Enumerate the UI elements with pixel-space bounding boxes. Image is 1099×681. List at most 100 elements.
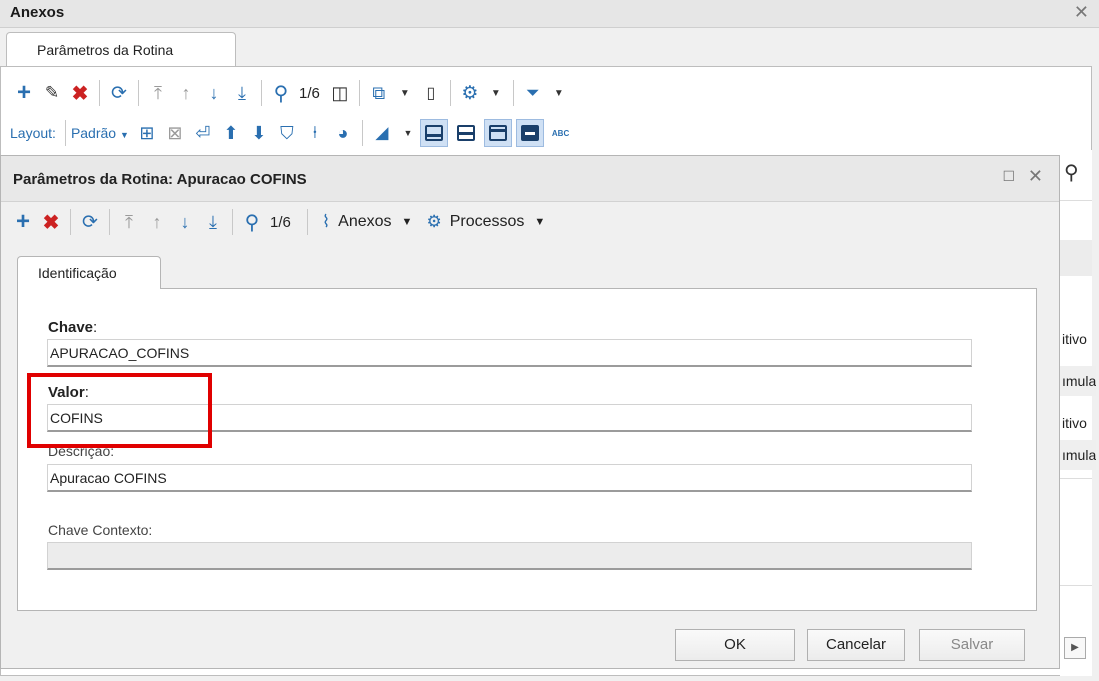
fill-toggle[interactable]	[515, 119, 544, 147]
divider	[232, 209, 233, 235]
divider	[109, 209, 110, 235]
dock-top-icon	[488, 125, 507, 141]
outer-toolbar-layout: Layout: Padrão ▼ ⊞ ⊠ ⏎ ⬆ ⬇ ⛉ ⍿ ◕ ◢ ▼ ABC	[10, 116, 569, 150]
ok-button[interactable]: OK	[675, 629, 795, 661]
first-record-icon[interactable]: ⤒	[115, 208, 143, 236]
tab-identificacao[interactable]: Identificação	[17, 256, 161, 289]
add-layout-icon[interactable]: ⊞	[133, 119, 161, 147]
chevron-down-icon: ▼	[534, 216, 546, 228]
search-icon[interactable]: ⚲	[1064, 160, 1079, 185]
refresh-icon[interactable]: ⟳	[105, 79, 133, 107]
dialog-title-bar: Parâmetros da Rotina: Apuracao COFINS ☐ …	[1, 156, 1059, 202]
valor-label: Valor:	[48, 384, 89, 401]
search-icon[interactable]: ⚲	[267, 79, 295, 107]
move-down-layout-icon[interactable]: ⬇	[245, 119, 273, 147]
tab-label: Identificação	[38, 265, 117, 281]
divider	[64, 120, 66, 146]
filter-icon[interactable]: ⏷	[519, 79, 547, 107]
list-item[interactable]: itivo	[1060, 324, 1096, 354]
save-button[interactable]: Salvar	[919, 629, 1025, 661]
chave-field[interactable]: APURACAO_COFINS	[47, 339, 972, 367]
export-icon[interactable]: ⧉	[365, 79, 393, 107]
remove-layout-icon[interactable]: ⊠	[161, 119, 189, 147]
processos-label: Processos	[449, 213, 525, 230]
move-up-layout-icon[interactable]: ⬆	[217, 119, 245, 147]
delete-icon[interactable]: ✖	[37, 208, 65, 236]
refresh-icon[interactable]: ⟳	[76, 208, 104, 236]
valor-field[interactable]: COFINS	[47, 404, 972, 432]
area-chart-icon[interactable]: ◢	[368, 119, 396, 147]
divider	[449, 80, 451, 106]
close-icon[interactable]: ✕	[1028, 166, 1043, 187]
tab-label: Parâmetros da Rotina	[37, 42, 174, 58]
dock-bottom-toggle[interactable]	[419, 119, 448, 147]
pin-icon[interactable]: ⍿	[301, 119, 329, 147]
anexos-label: Anexos	[338, 213, 392, 230]
previous-record-icon[interactable]: ↑	[172, 79, 200, 107]
layout-value: Padrão	[70, 125, 117, 141]
outer-title-bar: Anexos ✕	[0, 0, 1099, 28]
list-item[interactable]: itivo	[1060, 408, 1096, 438]
divider	[512, 80, 514, 106]
add-icon[interactable]: +	[9, 208, 37, 236]
outer-close-icon[interactable]: ✕	[1074, 2, 1089, 23]
edit-icon[interactable]: ✎	[38, 79, 66, 107]
record-counter: 1/6	[299, 84, 320, 102]
document-icon[interactable]: ▯	[417, 79, 445, 107]
chevron-down-icon: ▼	[401, 216, 413, 228]
descricao-label: Descrição:	[48, 443, 115, 459]
previous-record-icon[interactable]: ↑	[143, 208, 171, 236]
tab-parametros-rotina[interactable]: Parâmetros da Rotina	[6, 32, 236, 66]
dialog-toolbar: + ✖ ⟳ ⤒ ↑ ↓ ⤓ ⚲ 1/6 ⌇ Anexos ▼ ⚙ Process…	[9, 205, 559, 239]
next-record-icon[interactable]: ↓	[171, 208, 199, 236]
shapes-icon[interactable]: ◕	[329, 119, 357, 147]
abc-icon[interactable]: ABC	[552, 129, 569, 138]
split-horizontal-icon	[456, 125, 475, 141]
outer-window-title: Anexos	[10, 4, 65, 21]
paint-roller-icon[interactable]: ⛉	[273, 119, 301, 147]
chevron-down-icon[interactable]: ▼	[484, 79, 508, 107]
maximize-icon[interactable]: ☐	[1002, 168, 1015, 185]
outer-toolbar-primary: + ✎ ✖ ⟳ ⤒ ↑ ↓ ⤓ ⚲ 1/6 ◫ ⧉ ▼ ▯ ⚙ ▼ ⏷ ▼	[10, 77, 571, 109]
enter-layout-icon[interactable]: ⏎	[189, 119, 217, 147]
divider	[261, 80, 262, 106]
chave-label: Chave:	[48, 319, 98, 336]
chevron-down-icon[interactable]: ▼	[547, 79, 571, 107]
divider	[99, 80, 100, 106]
processos-menu-button[interactable]: ⚙ Processos ▼	[426, 212, 545, 232]
chevron-down-icon[interactable]: ▼	[396, 119, 420, 147]
divider	[361, 120, 363, 146]
gear-icon: ⚙	[426, 212, 442, 231]
first-record-icon[interactable]: ⤒	[144, 79, 172, 107]
anexos-menu-button[interactable]: ⌇ Anexos ▼	[322, 212, 413, 232]
fill-icon	[520, 125, 539, 141]
divider	[358, 80, 360, 106]
scroll-right-icon[interactable]: ▶	[1064, 637, 1086, 659]
delete-icon[interactable]: ✖	[66, 79, 94, 107]
add-icon[interactable]: +	[10, 79, 38, 107]
layout-label: Layout:	[10, 125, 56, 141]
split-horizontal-toggle[interactable]	[452, 119, 480, 147]
last-record-icon[interactable]: ⤓	[228, 79, 256, 107]
divider	[138, 80, 139, 106]
dock-top-toggle[interactable]	[483, 119, 512, 147]
descricao-field[interactable]: Apuracao COFINS	[47, 464, 972, 492]
list-header	[1060, 240, 1092, 276]
next-record-icon[interactable]: ↓	[200, 79, 228, 107]
divider	[70, 209, 71, 235]
list-item[interactable]: ımula	[1060, 440, 1096, 470]
dock-bottom-icon	[424, 125, 443, 141]
cancel-button[interactable]: Cancelar	[807, 629, 905, 661]
gear-icon[interactable]: ⚙	[456, 79, 484, 107]
list-item[interactable]: ımula	[1060, 366, 1096, 396]
last-record-icon[interactable]: ⤓	[199, 208, 227, 236]
dialog-title: Parâmetros da Rotina: Apuracao COFINS	[13, 171, 307, 188]
chevron-down-icon[interactable]: ▼	[393, 79, 417, 107]
divider	[1060, 585, 1092, 586]
layout-selector[interactable]: Padrão ▼	[71, 125, 129, 141]
columns-icon[interactable]: ◫	[326, 79, 354, 107]
dialog-parametros-rotina: Parâmetros da Rotina: Apuracao COFINS ☐ …	[0, 155, 1060, 669]
search-icon[interactable]: ⚲	[238, 208, 266, 236]
divider	[1060, 200, 1092, 201]
chave-contexto-label: Chave Contexto:	[48, 522, 153, 538]
